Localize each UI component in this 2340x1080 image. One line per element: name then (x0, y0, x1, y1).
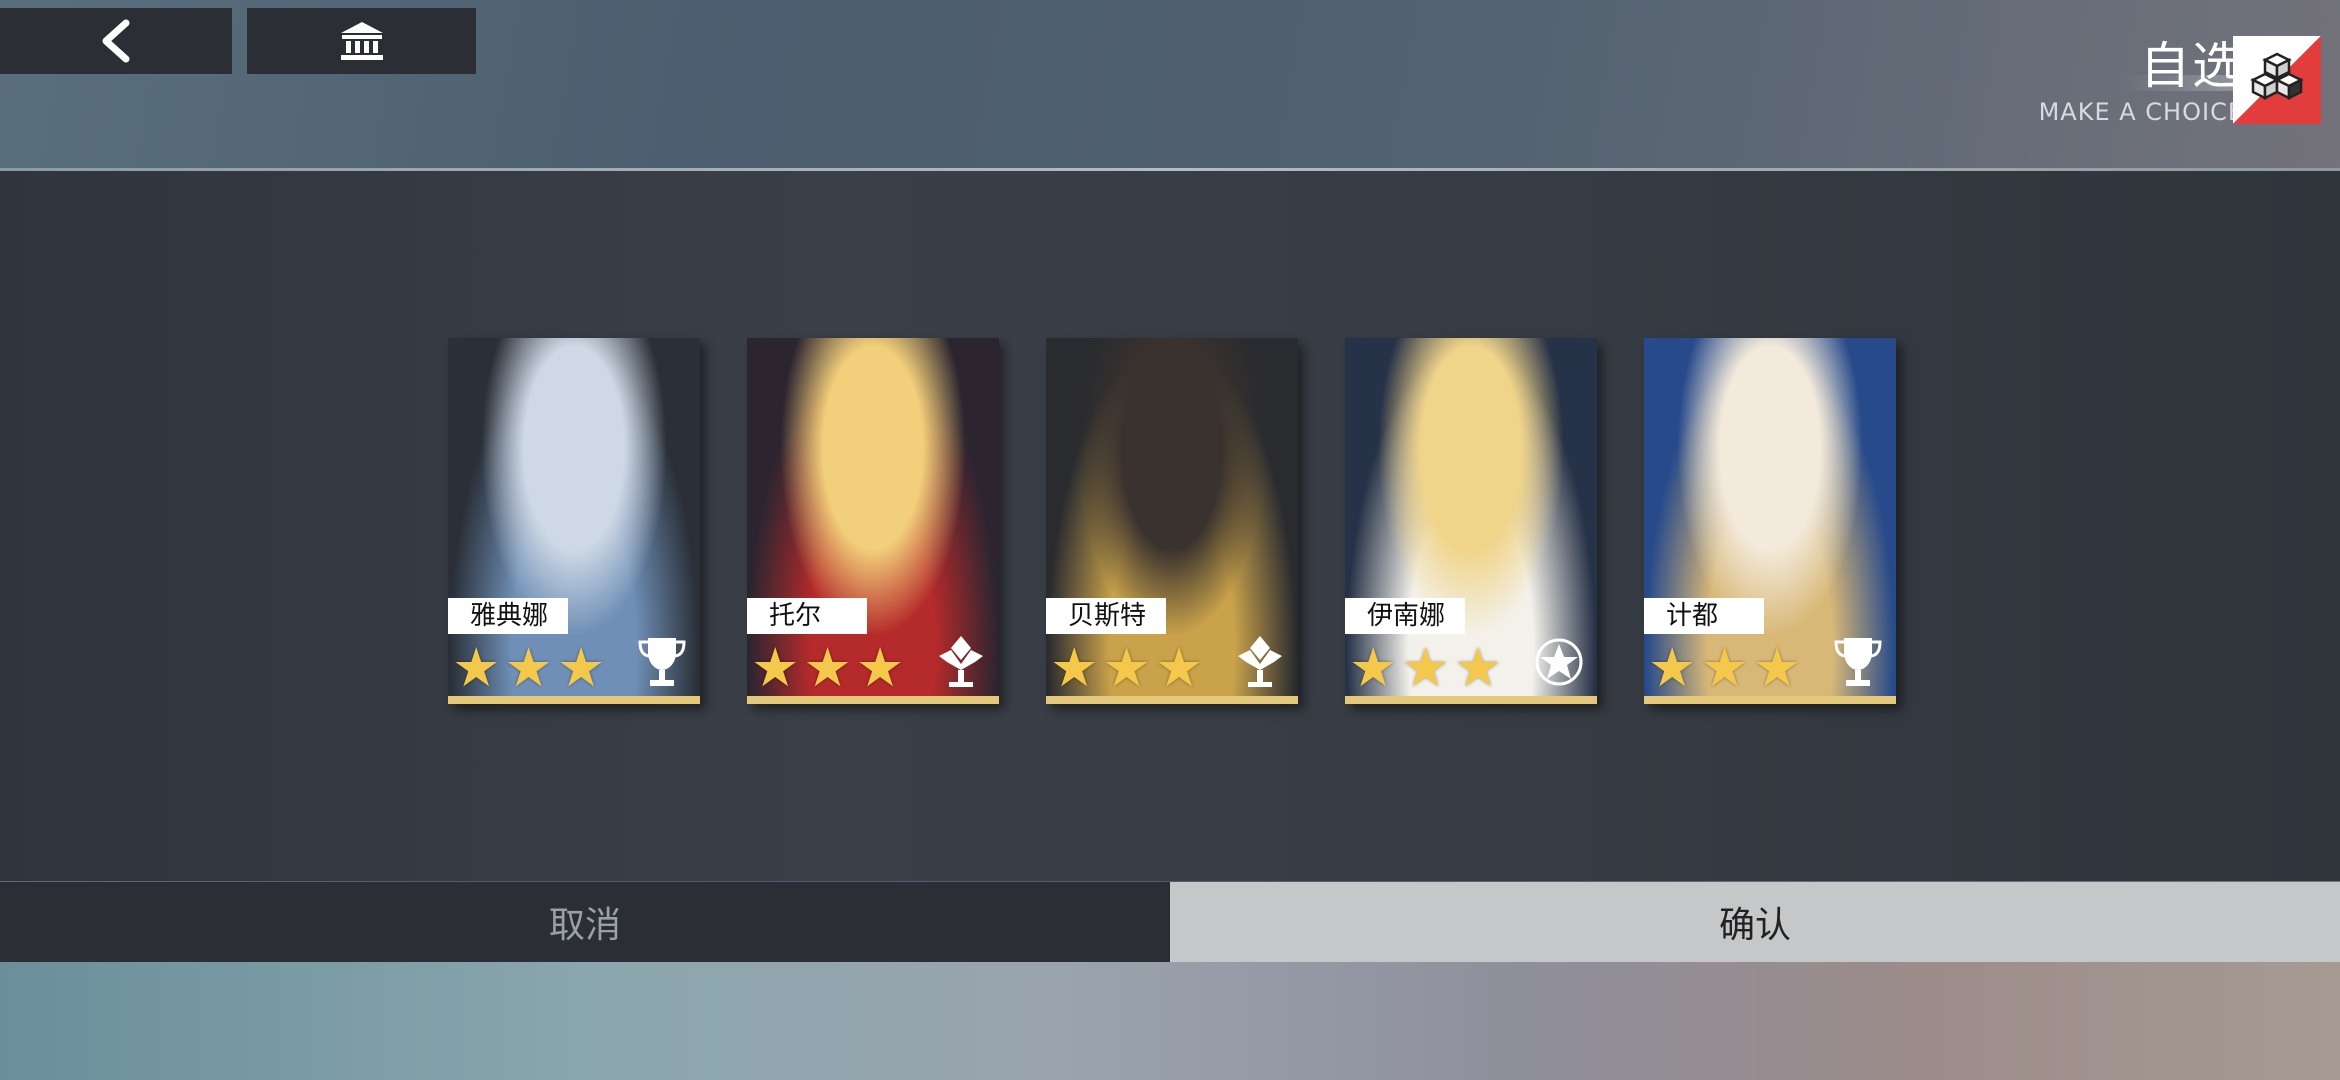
cubes-icon (2233, 36, 2321, 124)
star-icon: ★ (556, 636, 606, 699)
star-icon: ★ (751, 636, 800, 699)
card-gold-border (747, 696, 999, 704)
star-icon: ★ (504, 636, 553, 699)
star-icon: ★ (1700, 636, 1749, 699)
character-card[interactable]: 计都 ★ ★ ★ (1644, 338, 1896, 704)
star-icon: ★ (803, 636, 852, 699)
star-icon: ★ (1102, 636, 1151, 699)
footer-actions: 取消 确认 (0, 882, 2340, 962)
character-card[interactable]: 贝斯特 ★ ★ ★ (1046, 338, 1298, 704)
character-card[interactable]: 伊南娜 ★ ★ ★ (1345, 338, 1597, 704)
star-icon: ★ (452, 636, 501, 699)
trophy-icon (638, 638, 686, 686)
star-emblem-icon (1535, 638, 1583, 686)
star-icon: ★ (1050, 636, 1099, 699)
museum-icon (340, 22, 383, 60)
character-name: 伊南娜 (1345, 598, 1465, 634)
star-rating: ★ ★ ★ (751, 636, 905, 699)
back-button[interactable] (0, 8, 232, 74)
character-name: 雅典娜 (448, 598, 568, 634)
card-gold-border (448, 696, 700, 704)
character-card[interactable]: 雅典娜 ★ ★ ★ (448, 338, 700, 704)
background-bottom (0, 960, 2340, 1080)
star-icon: ★ (1401, 636, 1450, 699)
star-icon: ★ (1648, 636, 1697, 699)
card-gold-border (1345, 696, 1597, 704)
confirm-button[interactable]: 确认 (1170, 882, 2340, 962)
crest-icon (1238, 636, 1282, 687)
character-name: 托尔 (747, 598, 867, 634)
cancel-button[interactable]: 取消 (0, 882, 1170, 962)
trophy-icon (1834, 638, 1882, 686)
star-icon: ★ (855, 636, 905, 699)
character-card[interactable]: 托尔 ★ ★ ★ (747, 338, 999, 704)
card-gold-border (1644, 696, 1896, 704)
star-rating: ★ ★ ★ (1648, 636, 1802, 699)
star-icon: ★ (1154, 636, 1204, 699)
star-rating: ★ ★ ★ (1349, 636, 1503, 699)
star-rating: ★ ★ ★ (1050, 636, 1204, 699)
card-gold-border (1046, 696, 1298, 704)
title-english: MAKE A CHOICE (2038, 98, 2244, 126)
star-icon: ★ (1752, 636, 1802, 699)
star-icon: ★ (1349, 636, 1398, 699)
chevron-left-icon (102, 19, 130, 63)
character-name: 贝斯特 (1046, 598, 1166, 634)
museum-button[interactable] (247, 8, 476, 74)
title-chinese: 自选 (2140, 37, 2244, 95)
crest-icon (939, 636, 983, 687)
star-icon: ★ (1453, 636, 1503, 699)
character-name: 计都 (1644, 598, 1764, 634)
star-rating: ★ ★ ★ (452, 636, 606, 699)
screen-title: 自选 MAKE A CHOICE (2039, 34, 2244, 126)
